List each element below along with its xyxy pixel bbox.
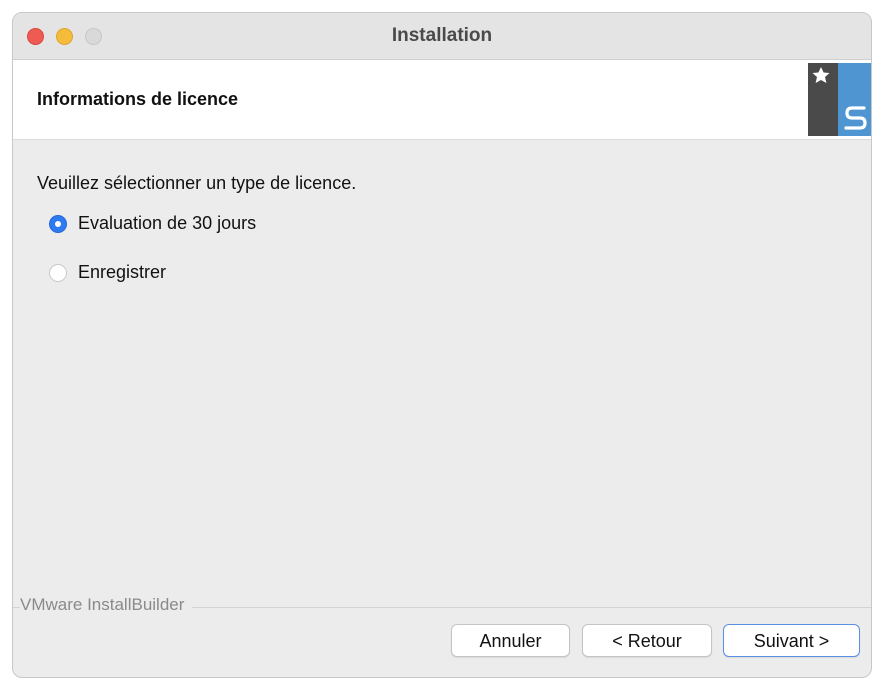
cancel-button[interactable]: Annuler	[451, 624, 570, 657]
page-title: Informations de licence	[37, 89, 239, 109]
title-bar: Installation	[13, 13, 871, 60]
radio-selected-icon[interactable]	[49, 214, 67, 233]
page-header: Informations de licence	[13, 60, 871, 140]
installer-window: Installation Informations de licence Veu…	[12, 12, 872, 678]
license-option-register[interactable]: Enregistrer	[49, 262, 166, 283]
license-option-evaluation[interactable]: Evaluation de 30 jours	[49, 213, 256, 234]
installbuilder-logo-icon	[808, 63, 871, 136]
instruction-text: Veuillez sélectionner un type de licence…	[37, 173, 357, 193]
window-title: Installation	[391, 25, 493, 46]
license-option-label: Evaluation de 30 jours	[78, 213, 257, 233]
license-option-label: Enregistrer	[78, 262, 167, 282]
radio-unselected-icon[interactable]	[49, 263, 67, 282]
back-button[interactable]: < Retour	[582, 624, 712, 657]
next-button[interactable]: Suivant >	[723, 624, 860, 657]
brand-label: VMware InstallBuilder	[20, 595, 193, 615]
